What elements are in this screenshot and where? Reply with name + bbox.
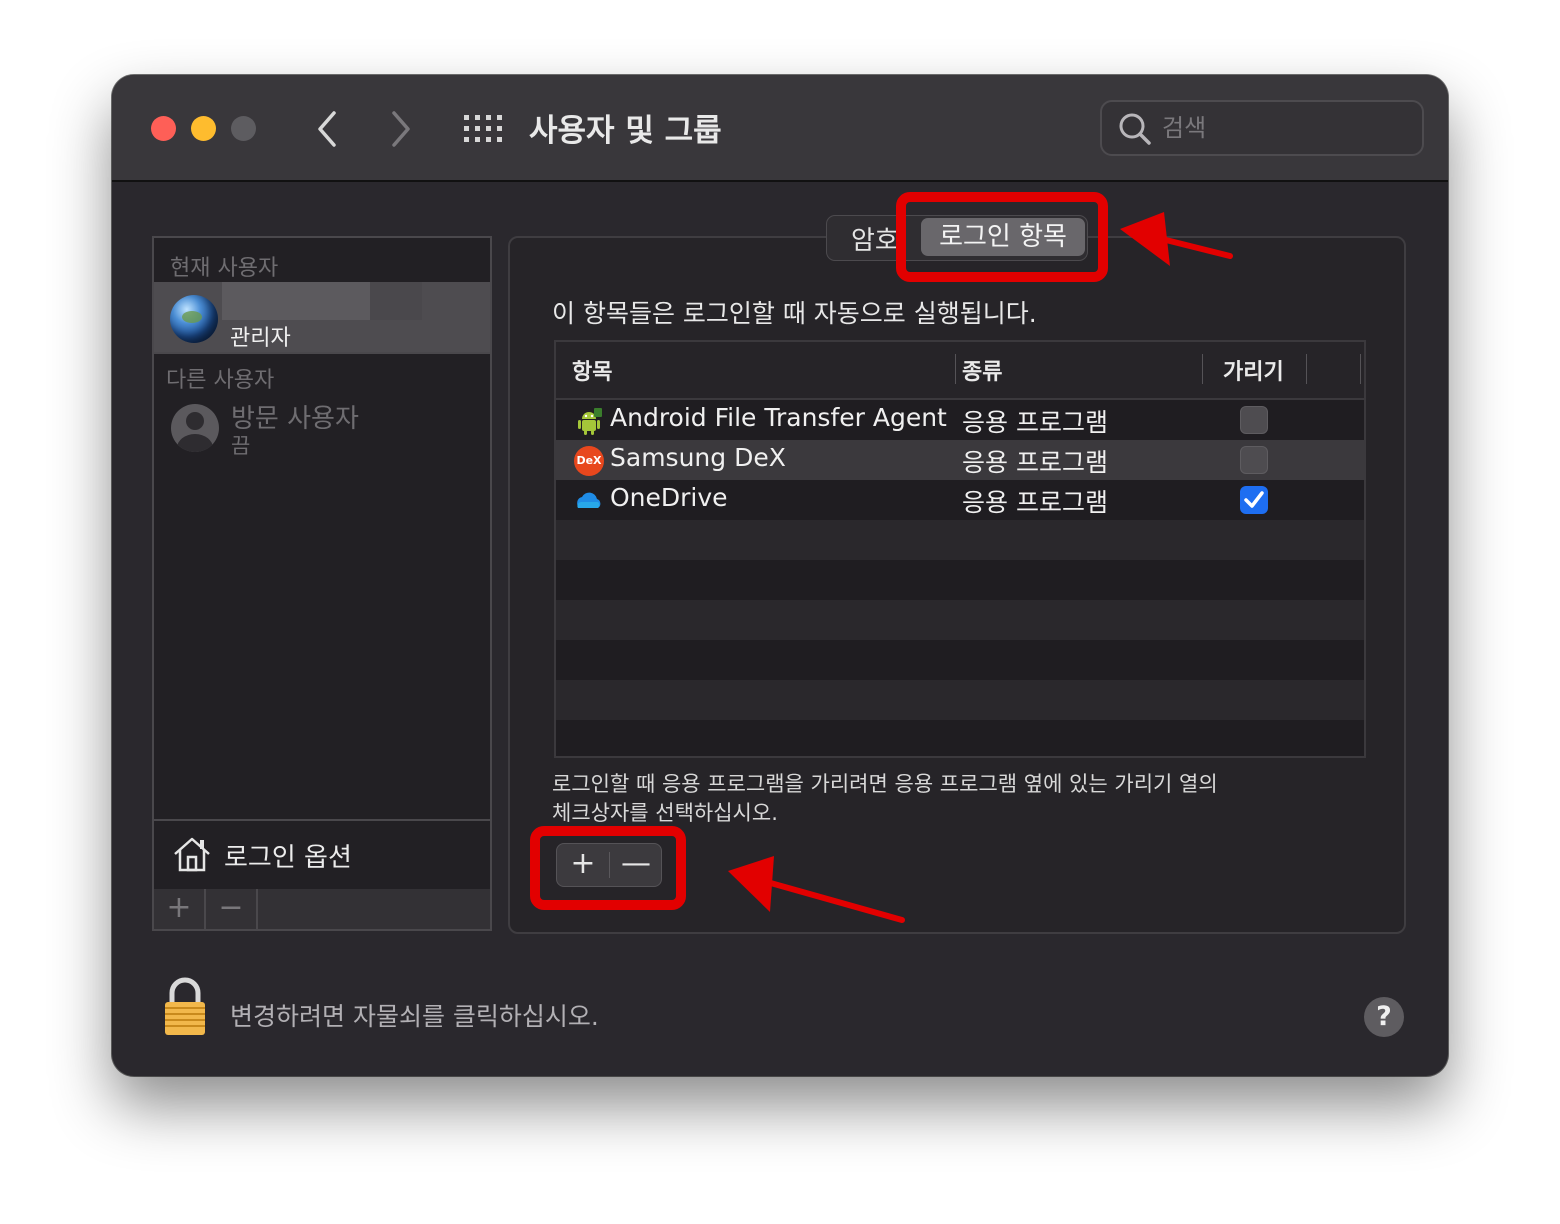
column-header-kind[interactable]: 종류 bbox=[962, 354, 1002, 386]
table-row[interactable]: OneDrive 응용 프로그램 bbox=[556, 480, 1364, 520]
onedrive-cloud-icon bbox=[577, 492, 601, 508]
window-title: 사용자 및 그룹 bbox=[529, 113, 722, 149]
item-kind: 응용 프로그램 bbox=[962, 448, 1108, 477]
empty-row bbox=[556, 720, 1364, 756]
back-chevron-icon[interactable] bbox=[312, 109, 342, 149]
hide-checkbox-checked[interactable] bbox=[1240, 486, 1268, 514]
tab-password[interactable]: 암호 bbox=[851, 220, 899, 257]
column-header-item[interactable]: 항목 bbox=[572, 354, 612, 386]
redacted-username-tail bbox=[370, 282, 422, 320]
empty-row bbox=[556, 640, 1364, 680]
hide-checkbox[interactable] bbox=[1240, 406, 1268, 434]
login-options-label: 로그인 옵션 bbox=[224, 843, 352, 873]
other-users-label: 다른 사용자 bbox=[166, 368, 275, 393]
house-icon bbox=[174, 837, 210, 872]
current-user-row[interactable]: 관리자 bbox=[154, 282, 490, 352]
hide-hint-text: 로그인할 때 응용 프로그램을 가리려면 응용 프로그램 옆에 있는 가리기 열… bbox=[552, 770, 1218, 828]
dex-icon: DeX bbox=[574, 446, 604, 476]
annotation-box-buttons bbox=[530, 826, 686, 910]
column-divider bbox=[1306, 354, 1307, 384]
android-icon bbox=[578, 408, 602, 435]
title-bar: 사용자 및 그룹 bbox=[112, 75, 1448, 182]
show-all-grid-icon[interactable] bbox=[464, 115, 502, 143]
checkmark-icon bbox=[1244, 491, 1264, 508]
empty-row bbox=[556, 520, 1364, 560]
item-name: Samsung DeX bbox=[610, 443, 786, 472]
user-role: 관리자 bbox=[230, 326, 291, 351]
remove-user-button[interactable]: − bbox=[206, 889, 258, 929]
item-kind: 응용 프로그램 bbox=[962, 488, 1108, 517]
table-header: 항목 종류 가리기 bbox=[556, 342, 1364, 400]
minimize-window-button[interactable] bbox=[191, 116, 216, 141]
login-items-table: 항목 종류 가리기 Android File Transfer Agent 응용… bbox=[554, 340, 1366, 758]
users-sidebar: 현재 사용자 관리자 다른 사용자 방문 사용자 끔 로그인 옵션 + − bbox=[152, 236, 492, 931]
system-preferences-window: 사용자 및 그룹 현재 사용자 관리자 다른 사용자 방문 사용자 끔 bbox=[112, 75, 1448, 1076]
help-button[interactable]: ? bbox=[1364, 997, 1404, 1037]
guest-avatar bbox=[171, 404, 219, 452]
close-window-button[interactable] bbox=[151, 116, 176, 141]
empty-row bbox=[556, 600, 1364, 640]
table-row[interactable]: Android File Transfer Agent 응용 프로그램 bbox=[556, 400, 1364, 440]
add-user-button[interactable]: + bbox=[154, 889, 206, 929]
empty-row bbox=[556, 680, 1364, 720]
column-divider bbox=[1360, 354, 1361, 384]
hint-line: 로그인할 때 응용 프로그램을 가리려면 응용 프로그램 옆에 있는 가리기 열… bbox=[552, 772, 1218, 796]
column-divider bbox=[955, 354, 956, 384]
login-items-description: 이 항목들은 로그인할 때 자동으로 실행됩니다. bbox=[552, 299, 1037, 328]
item-kind: 응용 프로그램 bbox=[962, 408, 1108, 437]
redacted-username bbox=[222, 282, 370, 320]
hide-checkbox[interactable] bbox=[1240, 446, 1268, 474]
table-row[interactable]: DeX Samsung DeX 응용 프로그램 bbox=[556, 440, 1364, 480]
sidebar-button-bar: + − bbox=[154, 889, 490, 929]
zoom-window-button[interactable] bbox=[231, 116, 256, 141]
lock-icon[interactable] bbox=[162, 977, 208, 1037]
column-header-hide[interactable]: 가리기 bbox=[1223, 354, 1284, 386]
divider bbox=[154, 352, 490, 354]
item-name: OneDrive bbox=[610, 483, 728, 512]
empty-row bbox=[556, 560, 1364, 600]
column-divider bbox=[1202, 354, 1203, 384]
login-options-item[interactable]: 로그인 옵션 bbox=[154, 819, 490, 891]
guest-user-status: 끔 bbox=[231, 434, 251, 458]
item-name: Android File Transfer Agent bbox=[610, 403, 947, 432]
user-avatar-globe bbox=[170, 295, 218, 343]
search-field[interactable] bbox=[1100, 100, 1424, 156]
search-icon bbox=[1119, 113, 1151, 145]
hint-line: 체크상자를 선택하십시오. bbox=[552, 801, 778, 825]
search-input[interactable] bbox=[1160, 110, 1414, 146]
annotation-box-tab bbox=[896, 192, 1108, 282]
lock-instruction: 변경하려면 자물쇠를 클릭하십시오. bbox=[230, 1002, 599, 1031]
current-users-label: 현재 사용자 bbox=[170, 256, 279, 281]
forward-chevron-icon[interactable] bbox=[386, 109, 416, 149]
